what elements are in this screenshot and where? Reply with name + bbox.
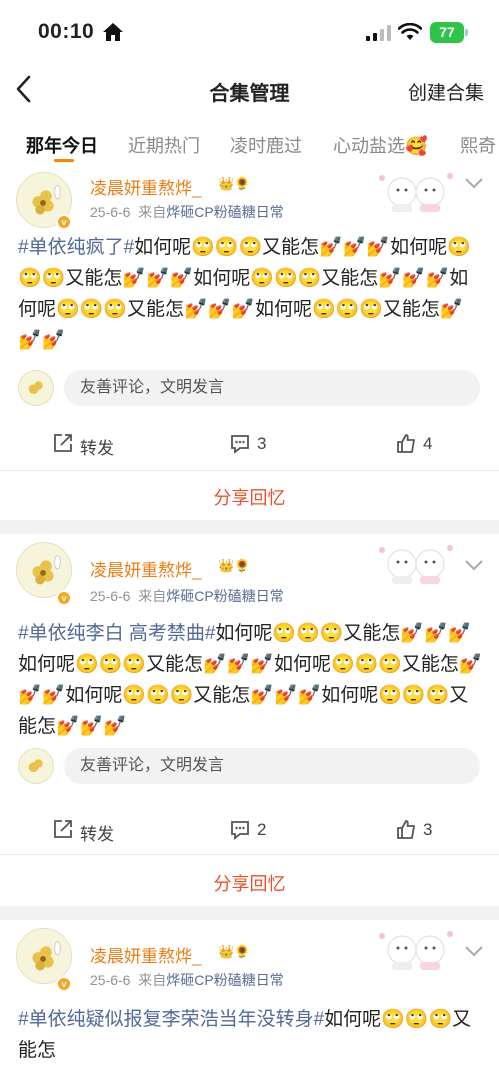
comment-input[interactable]: 友善评论，文明发言	[64, 370, 480, 406]
flower-avatar-image	[17, 543, 71, 597]
comment-icon[interactable]	[229, 432, 251, 454]
repost-icon[interactable]	[52, 818, 74, 840]
verified-badge-icon: v	[56, 976, 72, 992]
flower-avatar-image	[17, 929, 71, 983]
post-date: 25-6-6	[90, 204, 131, 220]
topic-hashtag[interactable]: #单依纯李白 高考禁曲#	[18, 623, 215, 644]
post-text: #单依纯李白 高考禁曲#如何呢🙄🙄🙄又能怎💅💅💅如何呢🙄🙄🙄又能怎💅💅💅如何呢🙄…	[18, 618, 486, 742]
post-card: v 凌晨妍重熬烨_ 👑🌻 25-6-6 来自烨砸CP粉磕糖日常 #单依纯疑似报复…	[0, 920, 499, 1080]
post-meta: 25-6-6 来自烨砸CP粉磕糖日常	[90, 586, 284, 606]
tab-xiqi[interactable]: 熙奇	[460, 132, 496, 158]
username[interactable]: 凌晨妍重熬烨_	[90, 556, 201, 581]
from-label: 来自	[138, 588, 167, 604]
battery-indicator: 77	[430, 22, 468, 43]
post-text: #单依纯疯了#如何呢🙄🙄🙄又能怎💅💅💅如何呢🙄🙄🙄又能怎💅💅💅如何呢🙄🙄🙄又能怎…	[18, 232, 486, 356]
cellular-signal-icon	[366, 25, 391, 41]
comment-count[interactable]: 3	[257, 434, 266, 454]
post-text: #单依纯疑似报复李荣浩当年没转身#如何呢🙄🙄🙄又能怎	[18, 1004, 486, 1066]
post-meta: 25-6-6 来自烨砸CP粉磕糖日常	[90, 202, 284, 222]
verified-badge-icon: v	[56, 590, 72, 606]
tab-recent-hot[interactable]: 近期热门	[128, 132, 200, 158]
crown-badge-icon: 👑🌻	[218, 944, 251, 959]
post-date: 25-6-6	[90, 588, 131, 604]
like-icon[interactable]	[395, 818, 417, 840]
from-label: 来自	[138, 972, 167, 988]
bunny-decoration-icon	[379, 931, 453, 970]
comment-avatar	[18, 748, 54, 784]
topic-hashtag[interactable]: #单依纯疑似报复李荣浩当年没转身#	[18, 1009, 324, 1030]
chevron-down-icon[interactable]	[463, 558, 485, 572]
share-memory-button[interactable]: 分享回忆	[0, 484, 499, 510]
action-bar: 转发 2 3	[0, 806, 499, 856]
like-count[interactable]: 3	[423, 820, 432, 840]
post-source[interactable]: 烨砸CP粉磕糖日常	[166, 588, 283, 604]
status-bar: 00:10 77	[0, 0, 499, 66]
like-icon[interactable]	[395, 432, 417, 454]
tab-heart-picks[interactable]: 心动盐选🥰	[333, 132, 427, 158]
post-card: v 凌晨妍重熬烨_ 👑🌻 25-6-6 来自烨砸CP粉磕糖日常 #单依纯李白 高…	[0, 534, 499, 906]
divider	[0, 854, 499, 855]
post-date: 25-6-6	[90, 972, 131, 988]
chevron-down-icon[interactable]	[463, 176, 485, 190]
home-icon	[103, 23, 123, 41]
repost-label[interactable]: 转发	[80, 820, 114, 845]
wifi-icon	[398, 23, 422, 40]
bunny-decoration-icon	[379, 545, 453, 584]
username[interactable]: 凌晨妍重熬烨_	[90, 942, 201, 967]
comment-input[interactable]: 友善评论，文明发言	[64, 748, 480, 784]
topic-hashtag[interactable]: #单依纯疯了#	[18, 237, 134, 258]
verified-badge-icon: v	[56, 214, 72, 230]
chevron-down-icon[interactable]	[463, 944, 485, 958]
post-card: v 凌晨妍重熬烨_ 👑🌻 25-6-6 来自烨砸CP粉磕糖日常 #单依纯疯了#如…	[0, 164, 499, 520]
tab-active-indicator	[54, 159, 74, 162]
repost-icon[interactable]	[52, 432, 74, 454]
bunny-decoration-icon	[379, 173, 453, 212]
tab-bar: 那年今日 近期热门 凌时鹿过 心动盐选🥰 熙奇	[0, 116, 499, 164]
share-memory-button[interactable]: 分享回忆	[0, 870, 499, 896]
crown-badge-icon: 👑🌻	[218, 558, 251, 573]
tab-that-year-today[interactable]: 那年今日	[26, 132, 98, 158]
repost-label[interactable]: 转发	[80, 434, 114, 459]
nav-bar: 合集管理 创建合集	[0, 66, 499, 116]
post-source[interactable]: 烨砸CP粉磕糖日常	[166, 204, 283, 220]
create-collection-button[interactable]: 创建合集	[408, 78, 484, 105]
action-bar: 转发 3 4	[0, 420, 499, 470]
status-time: 00:10	[38, 20, 95, 43]
from-label: 来自	[138, 204, 167, 220]
post-meta: 25-6-6 来自烨砸CP粉磕糖日常	[90, 970, 284, 990]
post-source[interactable]: 烨砸CP粉磕糖日常	[166, 972, 283, 988]
divider	[0, 470, 499, 471]
tab-lingshi-luguo[interactable]: 凌时鹿过	[230, 132, 302, 158]
comment-count[interactable]: 2	[257, 820, 266, 840]
comment-avatar	[18, 370, 54, 406]
username[interactable]: 凌晨妍重熬烨_	[90, 174, 201, 199]
like-count[interactable]: 4	[423, 434, 432, 454]
comment-icon[interactable]	[229, 818, 251, 840]
crown-badge-icon: 👑🌻	[218, 176, 251, 191]
